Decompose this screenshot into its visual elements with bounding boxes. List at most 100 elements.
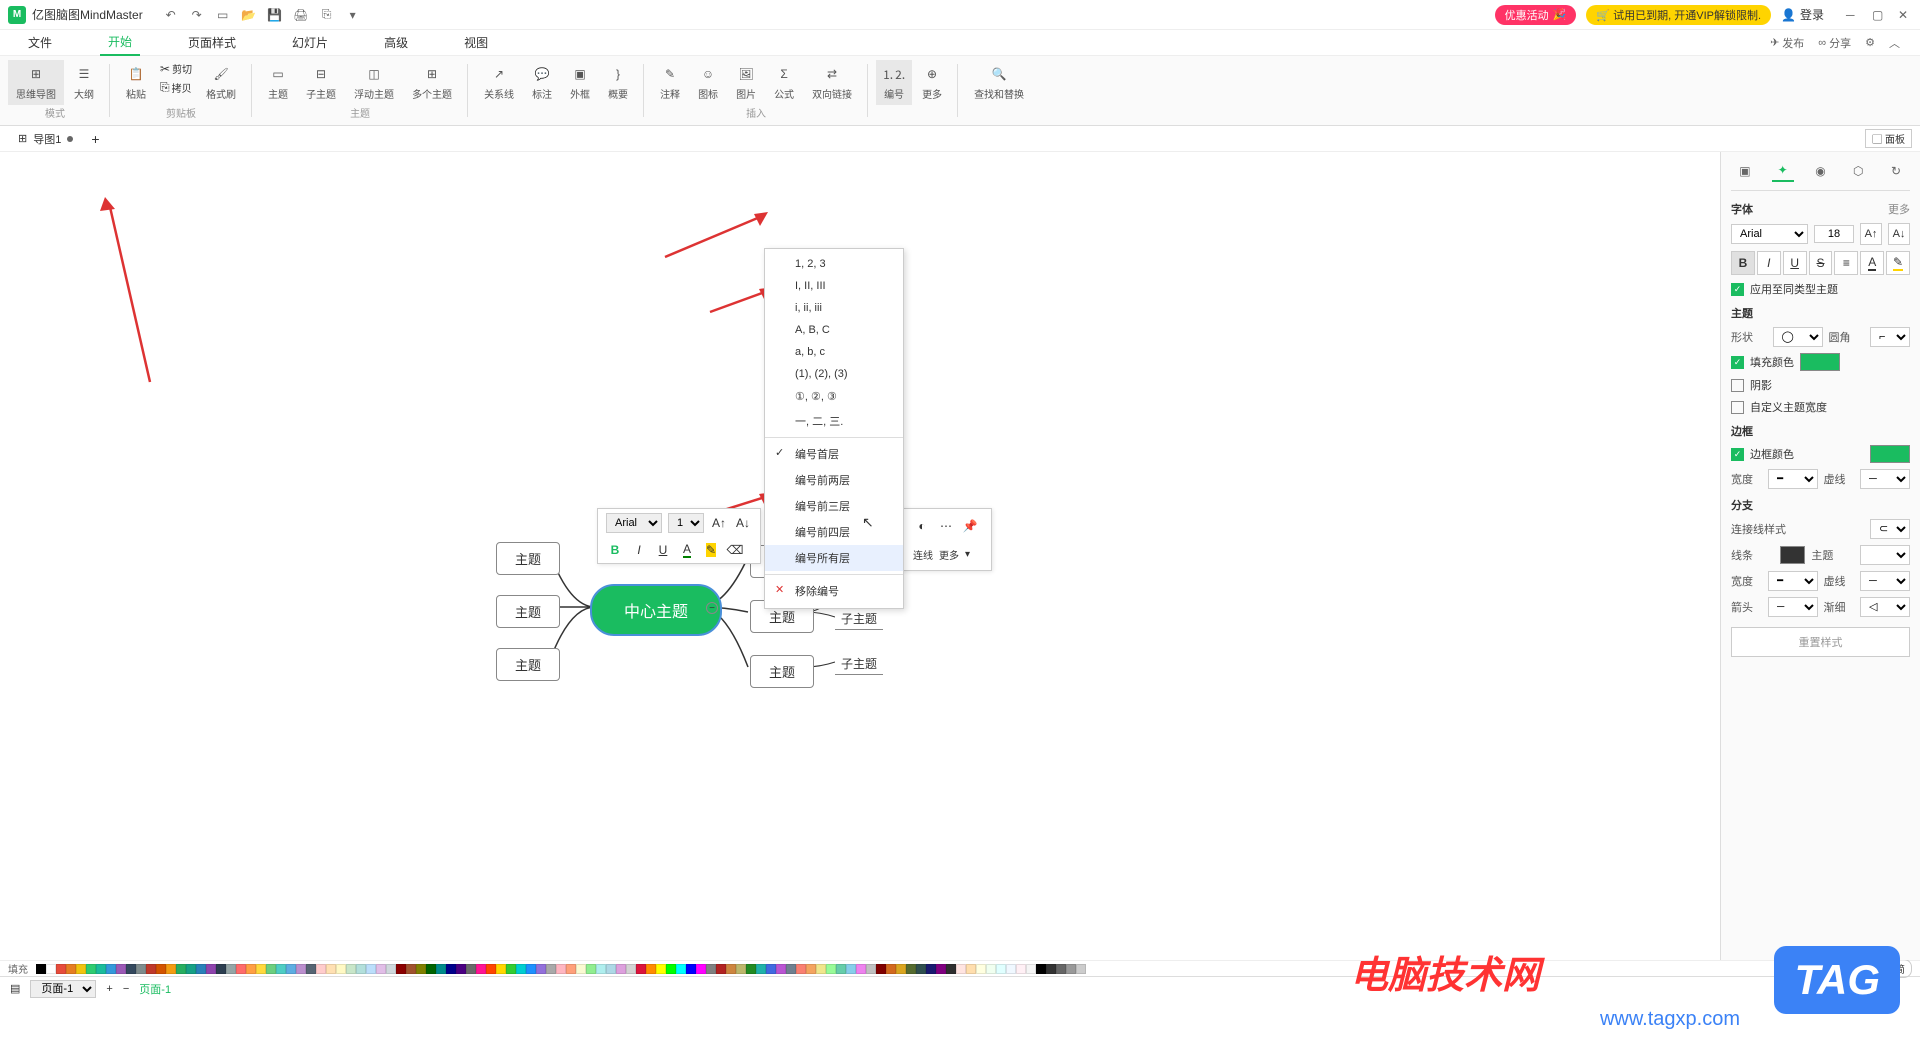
subtopic-node[interactable]: 子主题 bbox=[835, 653, 883, 675]
topic-button[interactable]: ▭主题 bbox=[260, 60, 296, 105]
color-cell[interactable] bbox=[276, 964, 286, 974]
border-dash-select[interactable]: ─ bbox=[1860, 469, 1910, 489]
color-cell[interactable] bbox=[1026, 964, 1036, 974]
open-button[interactable]: 📂 bbox=[241, 7, 257, 23]
copy-button[interactable]: ⎘拷贝 bbox=[156, 79, 196, 96]
italic-button[interactable]: I bbox=[630, 541, 648, 559]
color-cell[interactable] bbox=[386, 964, 396, 974]
numbering-123[interactable]: 1, 2, 3 bbox=[765, 253, 903, 275]
color-cell[interactable] bbox=[916, 964, 926, 974]
relation-button[interactable]: ↗关系线 bbox=[476, 60, 522, 105]
ime-indicator[interactable]: CH ⇌ 简 bbox=[1860, 959, 1912, 978]
image-button[interactable]: 🖼图片 bbox=[728, 60, 764, 105]
color-cell[interactable] bbox=[106, 964, 116, 974]
numbering-I-II-III[interactable]: I, II, III bbox=[765, 275, 903, 297]
color-cell[interactable] bbox=[906, 964, 916, 974]
color-cell[interactable] bbox=[366, 964, 376, 974]
subtopic-button[interactable]: ⊟子主题 bbox=[298, 60, 344, 105]
color-cell[interactable] bbox=[646, 964, 656, 974]
color-cell[interactable] bbox=[166, 964, 176, 974]
trial-expired-badge[interactable]: 🛒 试用已到期, 开通VIP解锁限制. bbox=[1586, 5, 1771, 25]
color-cell[interactable] bbox=[446, 964, 456, 974]
publish-button[interactable]: ✈发布 bbox=[1770, 35, 1804, 51]
color-cell[interactable] bbox=[556, 964, 566, 974]
color-cell[interactable] bbox=[986, 964, 996, 974]
color-cell[interactable] bbox=[136, 964, 146, 974]
callout-button[interactable]: 💬标注 bbox=[524, 60, 560, 105]
branch-dash-select[interactable]: ─ bbox=[1860, 571, 1910, 591]
multi-topic-button[interactable]: ⊞多个主题 bbox=[404, 60, 460, 105]
find-replace-button[interactable]: 🔍查找和替换 bbox=[966, 60, 1032, 105]
color-cell[interactable] bbox=[186, 964, 196, 974]
color-cell[interactable] bbox=[476, 964, 486, 974]
color-cell[interactable] bbox=[36, 964, 46, 974]
color-cell[interactable] bbox=[726, 964, 736, 974]
subtopic-node[interactable]: 子主题 bbox=[835, 608, 883, 630]
shape-button[interactable]: ◐ bbox=[913, 517, 931, 535]
remove-page-button[interactable]: − bbox=[123, 983, 129, 995]
panel-tab-history[interactable]: ↻ bbox=[1885, 160, 1907, 182]
arrow-select[interactable]: ─ bbox=[1768, 597, 1818, 617]
highlight-button[interactable]: ✎ bbox=[1886, 251, 1910, 275]
add-page-button[interactable]: + bbox=[106, 983, 112, 995]
custom-width-checkbox[interactable] bbox=[1731, 401, 1744, 414]
page-tab[interactable]: 页面-1 bbox=[139, 981, 171, 997]
color-cell[interactable] bbox=[746, 964, 756, 974]
color-cell[interactable] bbox=[586, 964, 596, 974]
paste-button[interactable]: 📋粘贴 bbox=[118, 60, 154, 105]
formula-button[interactable]: Σ公式 bbox=[766, 60, 802, 105]
color-cell[interactable] bbox=[786, 964, 796, 974]
branch-topic-select[interactable] bbox=[1860, 545, 1910, 565]
color-cell[interactable] bbox=[696, 964, 706, 974]
color-cell[interactable] bbox=[766, 964, 776, 974]
numbering-abc[interactable]: a, b, c bbox=[765, 341, 903, 363]
color-cell[interactable] bbox=[286, 964, 296, 974]
menu-page-style[interactable]: 页面样式 bbox=[180, 30, 244, 55]
fill-color-swatch[interactable] bbox=[1800, 353, 1840, 371]
panel-tab-tag[interactable]: ◉ bbox=[1809, 160, 1831, 182]
undo-button[interactable]: ↶ bbox=[163, 7, 179, 23]
corner-select[interactable]: ⌐ bbox=[1870, 327, 1910, 347]
color-cell[interactable] bbox=[126, 964, 136, 974]
color-cell[interactable] bbox=[966, 964, 976, 974]
color-cell[interactable] bbox=[816, 964, 826, 974]
color-cell[interactable] bbox=[316, 964, 326, 974]
color-cell[interactable] bbox=[596, 964, 606, 974]
pin-button[interactable]: 📌 bbox=[961, 517, 979, 535]
export-button[interactable]: ⎘ bbox=[319, 7, 335, 23]
color-cell[interactable] bbox=[606, 964, 616, 974]
color-cell[interactable] bbox=[846, 964, 856, 974]
summary-button[interactable]: }概要 bbox=[600, 60, 636, 105]
color-cell[interactable] bbox=[1036, 964, 1046, 974]
font-size-input[interactable] bbox=[1814, 225, 1854, 243]
color-cell[interactable] bbox=[116, 964, 126, 974]
align-button[interactable]: ≡ bbox=[1834, 251, 1858, 275]
color-cell[interactable] bbox=[616, 964, 626, 974]
color-cell[interactable] bbox=[356, 964, 366, 974]
color-cell[interactable] bbox=[1046, 964, 1056, 974]
color-cell[interactable] bbox=[436, 964, 446, 974]
color-cell[interactable] bbox=[336, 964, 346, 974]
settings-button[interactable]: ⚙ bbox=[1865, 36, 1875, 49]
font-family-select[interactable]: Arial bbox=[606, 513, 662, 533]
connector-style-select[interactable]: ⊂ bbox=[1870, 519, 1910, 539]
color-cell[interactable] bbox=[516, 964, 526, 974]
panel-tab-icon[interactable]: ⬡ bbox=[1847, 160, 1869, 182]
color-cell[interactable] bbox=[826, 964, 836, 974]
color-cell[interactable] bbox=[1016, 964, 1026, 974]
numbering-i-ii-iii[interactable]: i, ii, iii bbox=[765, 297, 903, 319]
branch-width-select[interactable]: ━ bbox=[1768, 571, 1818, 591]
bold-button[interactable]: B bbox=[1731, 251, 1755, 275]
doc-tab[interactable]: ⊞ 导图1 bbox=[8, 129, 83, 149]
font-decrease-button[interactable]: A↓ bbox=[1888, 223, 1910, 245]
color-cell[interactable] bbox=[416, 964, 426, 974]
color-cell[interactable] bbox=[706, 964, 716, 974]
topic-node[interactable]: 主题 bbox=[496, 542, 560, 575]
remove-numbering[interactable]: 移除编号 bbox=[765, 578, 903, 604]
topic-node[interactable]: 主题 bbox=[496, 595, 560, 628]
menu-slideshow[interactable]: 幻灯片 bbox=[284, 30, 336, 55]
print-button[interactable]: 🖨 bbox=[293, 7, 309, 23]
color-cell[interactable] bbox=[836, 964, 846, 974]
color-cell[interactable] bbox=[656, 964, 666, 974]
color-cell[interactable] bbox=[866, 964, 876, 974]
